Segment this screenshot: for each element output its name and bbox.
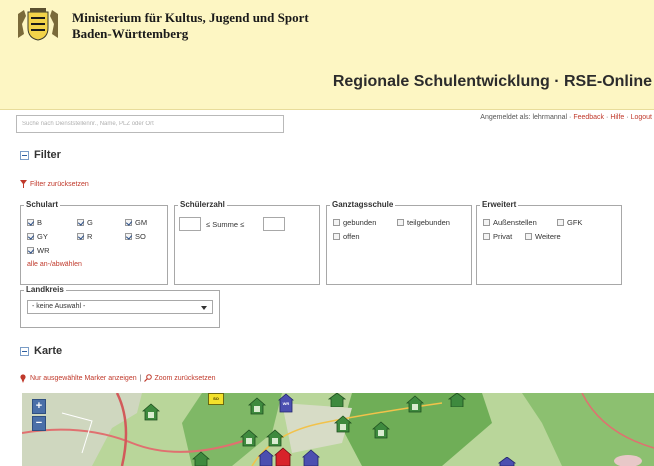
filter-reset-row[interactable]: Filter zurücksetzen — [20, 180, 89, 188]
chevron-down-icon — [201, 306, 207, 310]
checkbox-schulart-gy[interactable]: GY — [27, 232, 48, 241]
logged-in-as-text: Angemeldet als: lehrmannal · — [480, 114, 572, 121]
app-title: Regionale Schulentwicklung · RSE-Online — [332, 73, 652, 90]
min-students-input[interactable] — [179, 217, 201, 231]
karte-title: Karte — [34, 345, 63, 357]
marker-label: WR — [282, 401, 290, 406]
funnel-icon — [20, 180, 27, 188]
checkbox-schulart-b[interactable]: B — [27, 218, 42, 227]
schulart-fieldset: Schulart B G GM GY R SO WR alle an-/abwä… — [20, 200, 168, 285]
landkreis-legend: Landkreis — [24, 285, 66, 294]
checkbox-box[interactable] — [525, 233, 532, 240]
zoom-reset-link[interactable]: Zoom zurücksetzen — [154, 375, 215, 382]
erweitert-legend: Erweitert — [480, 200, 519, 209]
toggle-all-link[interactable]: alle an-/abwählen — [27, 261, 82, 268]
school-marker-wr[interactable] — [258, 449, 274, 466]
filter-section-header[interactable]: Filter — [20, 149, 61, 161]
landkreis-select[interactable]: - keine Auswahl - — [27, 300, 213, 314]
marker-label: SO — [213, 396, 219, 401]
school-marker[interactable] — [266, 429, 284, 447]
ganztag-fieldset: Ganztagsschule gebunden teilgebunden off… — [326, 200, 472, 285]
school-marker[interactable] — [192, 451, 210, 466]
feedback-link[interactable]: Feedback — [573, 114, 604, 121]
checkbox-erweitert-aussenstellen[interactable]: Außenstellen — [483, 218, 537, 227]
zoom-out-button[interactable]: − — [32, 416, 46, 431]
checkbox-schulart-g[interactable]: G — [77, 218, 93, 227]
school-marker[interactable] — [372, 421, 390, 439]
site-header: Ministerium für Kultus, Jugend und Sport… — [0, 0, 654, 110]
checkbox-box[interactable] — [27, 233, 34, 240]
school-marker[interactable] — [334, 415, 352, 433]
search-input[interactable] — [16, 115, 284, 133]
karte-section-header[interactable]: Karte — [20, 345, 62, 357]
logout-link[interactable]: Logout — [631, 114, 652, 121]
coat-of-arms-logo — [14, 8, 62, 42]
filter-reset-link[interactable]: Filter zurücksetzen — [30, 181, 89, 188]
checkbox-box[interactable] — [77, 219, 84, 226]
school-marker[interactable] — [328, 393, 346, 407]
erweitert-fieldset: Erweitert Außenstellen GFK Privat Weiter… — [476, 200, 622, 285]
school-marker[interactable] — [142, 403, 160, 421]
ministry-line-1: Ministerium für Kultus, Jugend und Sport — [72, 10, 309, 25]
schuelerzahl-legend: Schülerzahl — [178, 200, 227, 209]
school-marker-wr[interactable]: WR — [278, 393, 294, 413]
checkbox-box[interactable] — [27, 247, 34, 254]
zoom-control: + − — [32, 399, 46, 431]
checkbox-erweitert-privat[interactable]: Privat — [483, 232, 512, 241]
checkbox-box[interactable] — [333, 233, 340, 240]
school-marker-wr[interactable] — [498, 457, 516, 466]
zoom-in-button[interactable]: + — [32, 399, 46, 414]
school-marker-selected[interactable] — [274, 447, 292, 466]
filter-title: Filter — [34, 149, 61, 161]
landkreis-selected-value: - keine Auswahl - — [32, 303, 86, 310]
school-marker[interactable] — [248, 397, 266, 415]
schuelerzahl-fieldset: Schülerzahl ≤ Summe ≤ — [174, 200, 320, 285]
show-selected-markers-link[interactable]: Nur ausgewählte Marker anzeigen — [30, 375, 137, 382]
checkbox-box[interactable] — [125, 219, 132, 226]
school-marker[interactable] — [406, 395, 424, 413]
checkbox-box[interactable] — [333, 219, 340, 226]
ministry-line-2: Baden-Württemberg — [72, 26, 189, 41]
magnifier-icon — [144, 374, 153, 382]
checkbox-schulart-r[interactable]: R — [77, 232, 92, 241]
landkreis-fieldset: Landkreis - keine Auswahl - — [20, 285, 220, 328]
checkbox-box[interactable] — [557, 219, 564, 226]
checkbox-box[interactable] — [483, 233, 490, 240]
login-status-bar: Angemeldet als: lehrmannal · Feedback · … — [480, 114, 652, 121]
checkbox-ganztag-teilgebunden[interactable]: teilgebunden — [397, 218, 450, 227]
school-marker[interactable] — [240, 429, 258, 447]
school-marker-so[interactable]: SO — [208, 393, 224, 405]
separator: | — [139, 374, 142, 382]
schulart-legend: Schulart — [24, 200, 61, 209]
max-students-input[interactable] — [263, 217, 285, 231]
map-options-row: Nur ausgewählte Marker anzeigen | Zoom z… — [20, 374, 216, 383]
checkbox-schulart-gm[interactable]: GM — [125, 218, 147, 227]
map-pin-icon — [20, 374, 26, 383]
ganztag-legend: Ganztagsschule — [330, 200, 396, 209]
checkbox-box[interactable] — [483, 219, 490, 226]
ministry-name: Ministerium für Kultus, Jugend und Sport… — [72, 10, 309, 42]
separator-dot: · — [606, 114, 609, 121]
school-marker[interactable] — [448, 393, 466, 407]
checkbox-box[interactable] — [27, 219, 34, 226]
school-marker-gy[interactable] — [302, 449, 320, 466]
checkbox-ganztag-gebunden[interactable]: gebunden — [333, 218, 376, 227]
collapse-icon[interactable] — [20, 150, 29, 160]
map-view[interactable]: + − SO WR — [22, 393, 654, 466]
collapse-icon[interactable] — [20, 346, 29, 356]
checkbox-schulart-wr[interactable]: WR — [27, 246, 50, 255]
checkbox-schulart-so[interactable]: SO — [125, 232, 146, 241]
checkbox-erweitert-weitere[interactable]: Weitere — [525, 232, 561, 241]
checkbox-box[interactable] — [125, 233, 132, 240]
checkbox-erweitert-gfk[interactable]: GFK — [557, 218, 582, 227]
checkbox-box[interactable] — [77, 233, 84, 240]
help-link[interactable]: Hilfe — [610, 114, 624, 121]
sum-label: ≤ Summe ≤ — [206, 220, 245, 229]
checkbox-box[interactable] — [397, 219, 404, 226]
separator-dot: · — [626, 114, 629, 121]
checkbox-ganztag-offen[interactable]: offen — [333, 232, 360, 241]
